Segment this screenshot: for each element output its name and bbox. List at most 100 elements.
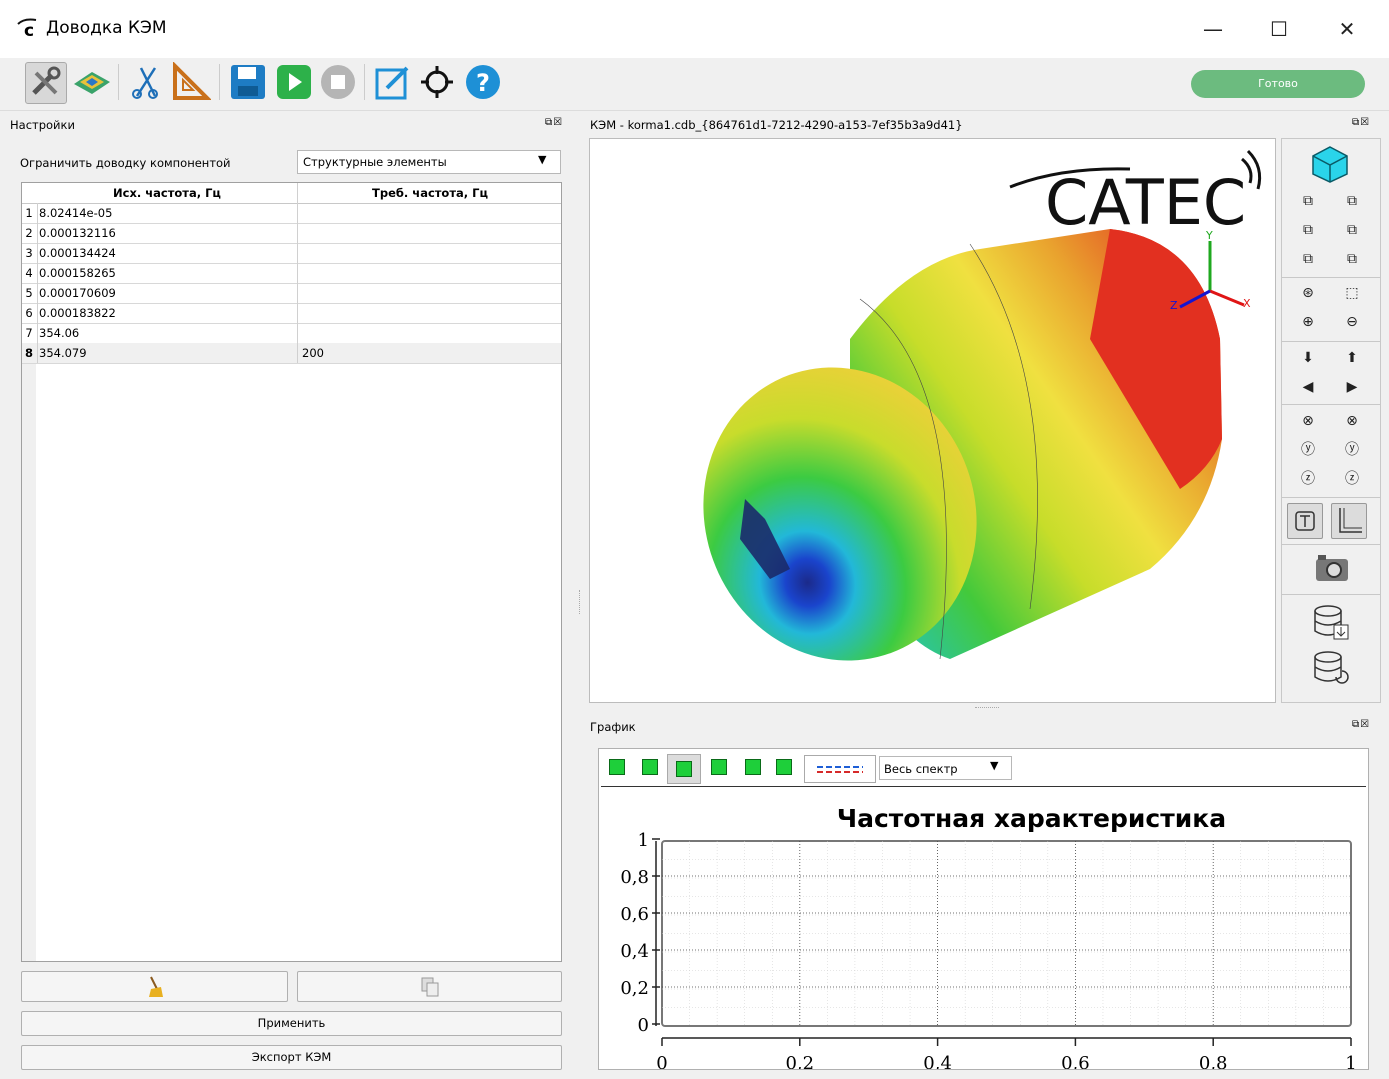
maximize-button[interactable]: ☐ [1256, 14, 1302, 44]
legend-toggle-icon[interactable] [745, 759, 761, 775]
edit-icon[interactable] [373, 62, 413, 102]
play-icon[interactable] [274, 62, 314, 102]
close-button[interactable]: ✕ [1324, 14, 1370, 44]
y-tick-label: 0,2 [620, 978, 649, 999]
rotate-x-pos-icon[interactable]: ⊗ [1340, 409, 1364, 433]
text-labels-toggle[interactable] [1287, 503, 1323, 539]
autoscale-icon [676, 761, 692, 777]
row-number: 5 [25, 286, 33, 300]
database-reload-icon[interactable] [1312, 649, 1352, 689]
required-frequency-cell[interactable] [297, 223, 561, 243]
axes-toggle[interactable] [1331, 503, 1367, 539]
table-row[interactable]: 3 0.000134424 [22, 243, 561, 264]
required-frequency-cell[interactable] [297, 323, 561, 343]
minimize-button[interactable]: — [1190, 14, 1236, 44]
grid-toggle-icon[interactable] [711, 759, 727, 775]
rotate-y-pos-icon[interactable]: ⓨ [1340, 438, 1364, 462]
zoom-in-icon[interactable]: ⊕ [1296, 310, 1320, 334]
camera-icon[interactable] [1314, 553, 1350, 583]
table-row[interactable]: 5 0.000170609 [22, 283, 561, 304]
source-frequency-cell[interactable]: 354.079 [37, 343, 298, 363]
pan-up-icon[interactable]: ⬆ [1340, 346, 1364, 370]
zoom-fit-icon[interactable]: ⊛ [1296, 281, 1320, 305]
column-header-source[interactable]: Исх. частота, Гц [37, 183, 297, 204]
view-top-icon[interactable]: ⧉ [1296, 247, 1320, 271]
axes-icon [1339, 508, 1362, 533]
rotate-z-pos-icon[interactable]: ⓩ [1340, 467, 1364, 491]
database-import-icon[interactable] [1312, 603, 1352, 643]
required-frequency-cell[interactable] [297, 283, 561, 303]
isometric-view-icon[interactable] [1310, 145, 1350, 183]
ruler-triangle-icon[interactable] [171, 61, 212, 102]
table-row[interactable]: 8 354.079 200 [22, 343, 561, 364]
source-frequency-cell[interactable]: 0.000132116 [37, 223, 298, 243]
apply-button[interactable]: Применить [21, 1011, 562, 1036]
clear-button[interactable] [21, 971, 288, 1002]
save-icon[interactable] [228, 62, 268, 102]
source-frequency-cell[interactable]: 0.000183822 [37, 303, 298, 323]
source-frequency-cell[interactable]: 354.06 [37, 323, 298, 343]
spectrum-select[interactable]: Весь спектр ▼ [879, 756, 1012, 780]
pan-right-icon[interactable]: ▶ [1340, 375, 1364, 399]
table-row[interactable]: 6 0.000183822 [22, 303, 561, 324]
graph-dock-buttons[interactable]: ⧉☒ [1352, 719, 1370, 730]
x-tick-label: 0,2 [785, 1053, 814, 1069]
axis-x-label: X [1243, 297, 1251, 310]
help-icon[interactable]: ? [463, 62, 503, 102]
pointer-mode-icon[interactable] [609, 759, 625, 775]
component-select-value: Структурные элементы [303, 155, 447, 169]
autoscale-mode-button[interactable] [667, 754, 701, 784]
table-row[interactable]: 7 354.06 [22, 323, 561, 344]
source-frequency-cell[interactable]: 8.02414e-05 [37, 203, 298, 223]
source-frequency-cell[interactable]: 0.000134424 [37, 243, 298, 263]
status-badge: Готово [1191, 70, 1365, 98]
frequency-table[interactable]: Исх. частота, Гц Треб. частота, Гц 1 8.02… [21, 182, 562, 962]
scissors-icon[interactable] [127, 62, 167, 102]
vertical-splitter[interactable] [579, 590, 583, 614]
rotate-y-neg-icon[interactable]: ⓨ [1296, 438, 1320, 462]
title-bar: c Доводка КЭМ — ☐ ✕ [0, 0, 1389, 58]
x-tick-label: 1 [1345, 1053, 1356, 1069]
view-right-icon[interactable]: ⧉ [1340, 218, 1364, 242]
zoom-window-icon[interactable]: ⬚ [1340, 281, 1364, 305]
required-frequency-cell[interactable] [297, 243, 561, 263]
rotate-z-neg-icon[interactable]: ⓩ [1296, 467, 1320, 491]
model-viewport[interactable]: CATEC Y X Z [589, 138, 1276, 703]
settings-dock-buttons[interactable]: ⧉☒ [545, 117, 563, 128]
row-header-area [22, 363, 36, 961]
markers-toggle-icon[interactable] [776, 759, 792, 775]
view-left-icon[interactable]: ⧉ [1296, 218, 1320, 242]
mesh-icon[interactable] [72, 62, 112, 102]
tools-icon[interactable] [25, 62, 67, 104]
rotate-x-neg-icon[interactable]: ⊗ [1296, 409, 1320, 433]
view-front-icon[interactable]: ⧉ [1296, 189, 1320, 213]
zoom-mode-icon[interactable] [642, 759, 658, 775]
model-dock-buttons[interactable]: ⧉☒ [1352, 117, 1370, 128]
pan-left-icon[interactable]: ◀ [1296, 375, 1320, 399]
table-row[interactable]: 1 8.02414e-05 [22, 203, 561, 224]
row-number: 2 [25, 226, 33, 240]
view-back-icon[interactable]: ⧉ [1340, 189, 1364, 213]
table-row[interactable]: 2 0.000132116 [22, 223, 561, 244]
stop-icon[interactable] [318, 62, 358, 102]
required-frequency-cell[interactable] [297, 303, 561, 323]
pan-down-icon[interactable]: ⬇ [1296, 346, 1320, 370]
source-frequency-cell[interactable]: 0.000170609 [37, 283, 298, 303]
view-bottom-icon[interactable]: ⧉ [1340, 247, 1364, 271]
copy-button[interactable] [297, 971, 562, 1002]
component-select[interactable]: Структурные элементы ▼ [297, 150, 561, 174]
required-frequency-cell[interactable] [297, 263, 561, 283]
table-row[interactable]: 4 0.000158265 [22, 263, 561, 284]
column-header-required[interactable]: Треб. частота, Гц [297, 183, 561, 204]
required-frequency-cell[interactable] [297, 203, 561, 223]
required-frequency-cell[interactable]: 200 [297, 343, 561, 363]
target-icon[interactable] [417, 62, 457, 102]
y-tick-label: 0 [638, 1015, 649, 1036]
horizontal-splitter[interactable] [975, 707, 999, 711]
line-style-button[interactable] [804, 755, 876, 783]
zoom-out-icon[interactable]: ⊖ [1340, 310, 1364, 334]
table-corner [22, 183, 37, 204]
row-number: 8 [24, 346, 33, 360]
source-frequency-cell[interactable]: 0.000158265 [37, 263, 298, 283]
export-button[interactable]: Экспорт КЭМ [21, 1045, 562, 1070]
